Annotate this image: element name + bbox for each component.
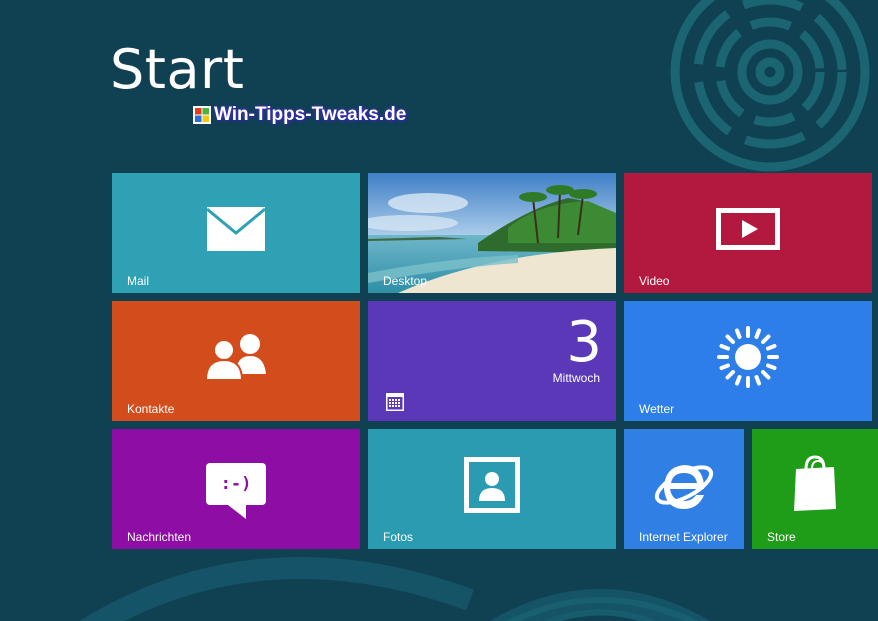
tile-wetter[interactable]: Wetter (624, 301, 872, 421)
chat-emoticon: :-) (220, 474, 252, 494)
tile-label-desktop: Desktop (383, 274, 428, 288)
photo-icon (464, 457, 520, 513)
tile-label-nachrichten: Nachrichten (127, 530, 192, 544)
tile-internet-explorer[interactable]: Internet Explorer (624, 429, 744, 549)
sun-icon (717, 326, 779, 388)
tile-label-video: Video (639, 274, 670, 288)
tile-label-fotos: Fotos (383, 530, 414, 544)
calendar-date: 3 (566, 310, 602, 375)
calendar-weekday: Mittwoch (552, 371, 600, 385)
shopping-bag-icon (794, 455, 836, 511)
tile-label-mail: Mail (127, 274, 150, 288)
tile-label-wetter: Wetter (639, 402, 675, 416)
tile-label-store: Store (767, 530, 796, 544)
tile-kalender[interactable]: 3 Mittwoch (368, 301, 616, 421)
watermark-text: Win-Tipps-Tweaks.de (214, 104, 407, 125)
tile-desktop[interactable]: Desktop (368, 173, 616, 293)
tile-video[interactable]: Video (624, 173, 872, 293)
people-icon (204, 334, 266, 380)
page-title: Start (110, 38, 245, 101)
tile-label-ie: Internet Explorer (639, 530, 728, 544)
tile-mail[interactable]: Mail (112, 173, 360, 293)
windows-logo-icon (193, 106, 211, 124)
tile-store[interactable]: Store (752, 429, 878, 549)
internet-explorer-icon (654, 465, 714, 509)
tile-fotos[interactable]: Fotos (368, 429, 616, 549)
tile-kontakte[interactable]: Kontakte (112, 301, 360, 421)
tile-nachrichten[interactable]: :-) Nachrichten (112, 429, 360, 549)
calendar-icon (386, 393, 404, 411)
watermark: Win-Tipps-Tweaks.de (193, 104, 406, 126)
play-icon (716, 208, 780, 250)
tile-label-kontakte: Kontakte (127, 402, 175, 416)
mail-icon (207, 207, 265, 251)
